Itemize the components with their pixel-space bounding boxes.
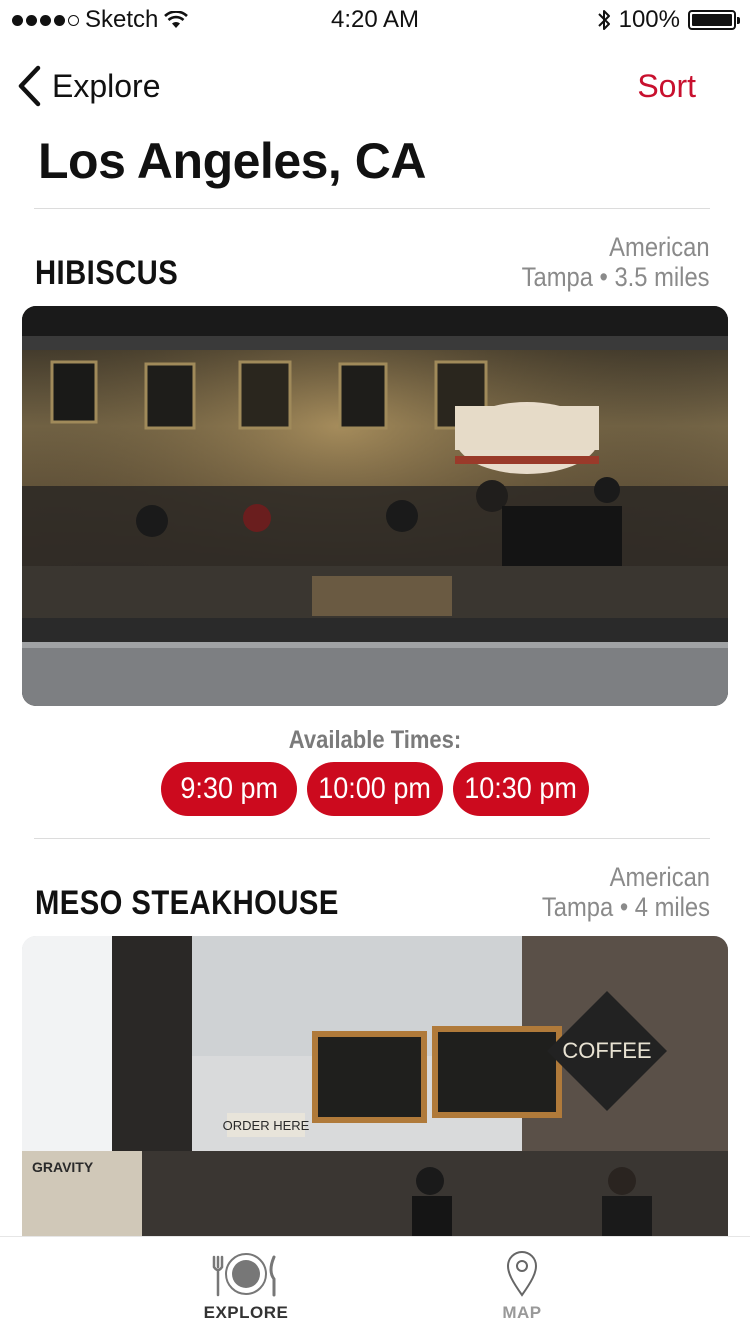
tab-explore[interactable]: EXPLORE <box>166 1237 326 1335</box>
tab-label: MAP <box>502 1303 542 1322</box>
cafe-bar-interior-photo <box>22 306 728 706</box>
restaurant-meta: American Tampa • 4 miles <box>542 862 710 922</box>
time-slot-label: 10:30 pm <box>464 772 578 805</box>
available-times-label: Available Times: <box>288 726 462 754</box>
restaurant-cuisine: American <box>609 232 710 262</box>
battery-percent: 100% <box>618 6 680 33</box>
time-slot-list: 9:30 pm 10:00 pm 10:30 pm <box>0 762 750 816</box>
tab-label: EXPLORE <box>203 1303 289 1322</box>
restaurant-name[interactable]: MESO STEAKHOUSE <box>35 884 339 923</box>
time-slot-button[interactable]: 10:00 pm <box>307 762 443 816</box>
back-button[interactable]: Explore <box>16 58 161 114</box>
restaurant-cuisine: American <box>609 862 710 892</box>
tab-bar: EXPLORE MAP <box>0 1236 750 1335</box>
restaurant-location: Tampa • 4 miles <box>541 892 710 922</box>
status-bar: Sketch 4:20 AM 100% <box>0 0 750 42</box>
gravity-sign-text: GRAVITY <box>32 1159 94 1175</box>
bluetooth-icon <box>597 10 610 30</box>
chevron-left-icon <box>18 65 41 107</box>
plate-fork-knife-icon <box>212 1253 276 1297</box>
battery-icon <box>688 10 740 30</box>
sort-button[interactable]: Sort <box>637 58 696 114</box>
coffee-shop-interior-photo: COFFEE ORDER HERE GRAVITY <box>22 936 728 1246</box>
restaurant-photo[interactable] <box>22 306 728 706</box>
restaurant-photo[interactable]: COFFEE ORDER HERE GRAVITY <box>22 936 728 1246</box>
navigation-bar: Explore Sort <box>0 58 750 114</box>
restaurant-name[interactable]: HIBISCUS <box>35 254 178 293</box>
battery-fill <box>692 14 732 26</box>
restaurant-location: Tampa • 3.5 miles <box>522 262 710 292</box>
time-slot-label: 10:00 pm <box>318 772 432 805</box>
page-title: Los Angeles, CA <box>38 133 426 189</box>
restaurant-meta: American Tampa • 3.5 miles <box>522 232 710 292</box>
map-pin-icon <box>506 1251 538 1297</box>
status-right: 100% <box>597 6 740 34</box>
divider <box>34 208 710 209</box>
divider <box>34 838 710 839</box>
back-button-label: Explore <box>52 67 161 104</box>
time-slot-button[interactable]: 10:30 pm <box>453 762 589 816</box>
order-here-sign-text: ORDER HERE <box>223 1118 310 1133</box>
time-slot-button[interactable]: 9:30 pm <box>161 762 297 816</box>
time-slot-label: 9:30 pm <box>180 772 278 805</box>
coffee-sign-text: COFFEE <box>562 1038 651 1063</box>
tab-map[interactable]: MAP <box>442 1237 602 1335</box>
